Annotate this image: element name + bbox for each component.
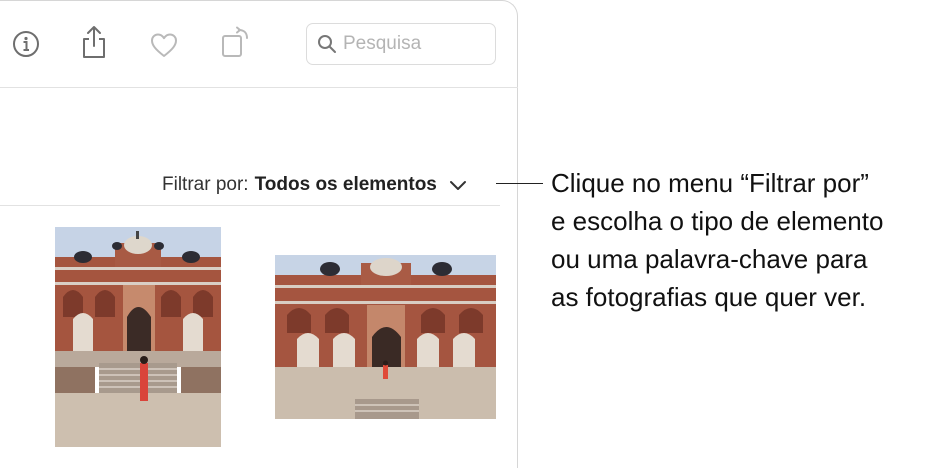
rotate-icon[interactable] bbox=[218, 26, 252, 60]
portrait-monument-photo[interactable] bbox=[55, 227, 221, 447]
callout-line-2: e escolha o tipo de elemento bbox=[551, 206, 884, 236]
search-input[interactable] bbox=[343, 33, 483, 55]
callout-line-1: Clique no menu “Filtrar por” bbox=[551, 168, 869, 198]
search-field[interactable] bbox=[306, 23, 496, 65]
callout-line-4: as fotografias que quer ver. bbox=[551, 282, 867, 312]
callout-line-3: ou uma palavra-chave para bbox=[551, 244, 868, 274]
photos-window: Filtrar por: Todos os elementos bbox=[0, 0, 518, 468]
chevron-down-icon[interactable] bbox=[449, 179, 467, 191]
filter-menu[interactable]: Filtrar por: Todos os elementos bbox=[162, 171, 467, 199]
info-icon[interactable] bbox=[9, 27, 43, 61]
filter-divider bbox=[0, 205, 500, 206]
search-icon bbox=[317, 33, 339, 55]
toolbar bbox=[0, 1, 518, 88]
filter-label: Filtrar por: bbox=[162, 174, 249, 195]
heart-icon[interactable] bbox=[147, 28, 181, 62]
share-icon[interactable] bbox=[77, 25, 111, 59]
filter-value[interactable]: Todos os elementos bbox=[255, 174, 437, 196]
toolbar-divider bbox=[0, 87, 518, 88]
callout-leader-line bbox=[496, 183, 543, 184]
callout-text: Clique no menu “Filtrar por” e escolha o… bbox=[551, 164, 931, 316]
landscape-monument-photo[interactable] bbox=[275, 255, 496, 419]
